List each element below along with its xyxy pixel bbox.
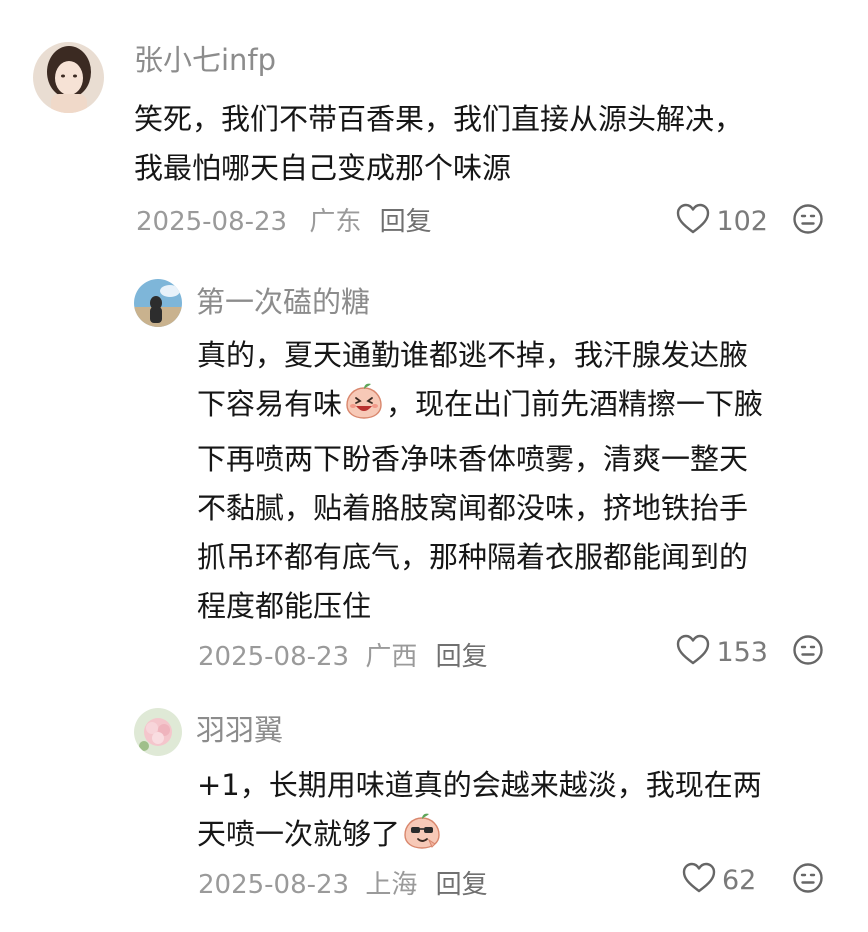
reply-button[interactable]: 回复 (436, 870, 488, 900)
comment-text: +1，长期用味道真的会越来越淡，我现在两 天喷一次就够了 (197, 761, 762, 865)
heart-outline-icon (682, 862, 716, 898)
comment-date: 2025-08-23 (198, 870, 350, 900)
comment-text-line: +1，长期用味道真的会越来越淡，我现在两 (197, 768, 762, 802)
dislike-button[interactable] (792, 862, 824, 898)
cool-peach-emoji (402, 812, 442, 865)
like-count: 62 (722, 864, 757, 896)
comment-text-segment: 天喷一次就够了 (197, 817, 401, 851)
comment-meta: 2025-08-23 上海 回复 (198, 869, 488, 901)
avatar[interactable] (134, 708, 182, 756)
comment-3: 羽羽翼 +1，长期用味道真的会越来越淡，我现在两 天喷一次就够了 2025-08… (0, 0, 868, 932)
comment-actions: 62 (682, 860, 824, 900)
meh-face-icon (792, 862, 824, 898)
like-button[interactable]: 62 (682, 862, 768, 898)
comment-region: 上海 (365, 870, 418, 900)
comment-text-line: 天喷一次就够了 (197, 810, 762, 865)
username[interactable]: 羽羽翼 (196, 712, 283, 748)
